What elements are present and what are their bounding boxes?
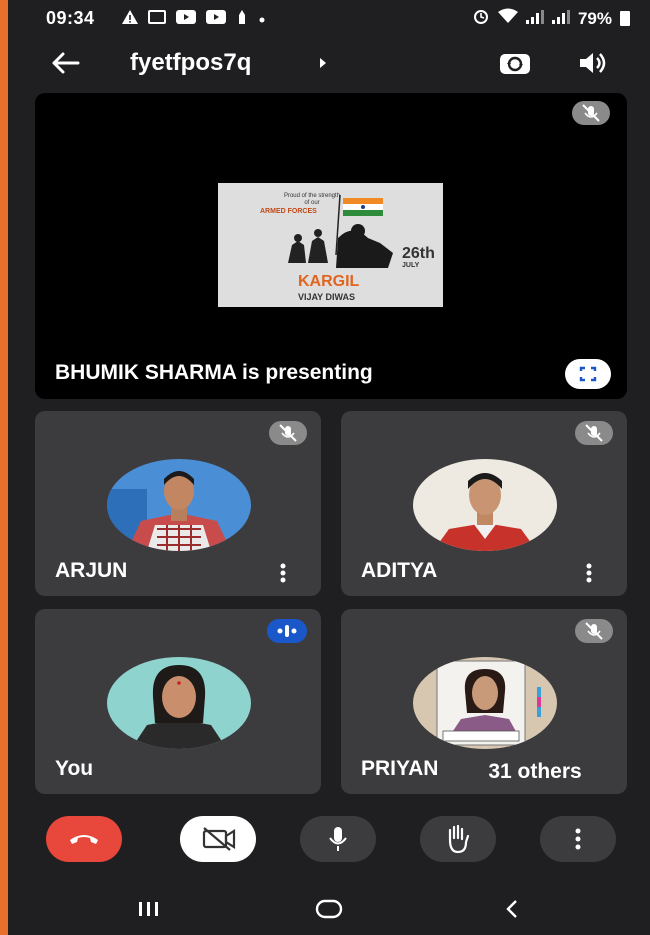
participant-name: ARJUN: [55, 559, 128, 582]
youtube-icon-2: [206, 10, 226, 29]
camera-off-icon: [202, 827, 236, 851]
mic-off-icon: [585, 622, 603, 640]
participant-name: You: [55, 757, 94, 780]
mic-off-badge: [572, 101, 610, 125]
poster-date: 26th: [402, 245, 435, 262]
switch-camera-button[interactable]: [498, 48, 532, 78]
mic-off-icon: [582, 104, 600, 122]
audio-output-button[interactable]: [576, 48, 608, 78]
raise-hand-icon: [448, 824, 470, 854]
poster-title: KARGIL: [298, 273, 360, 290]
status-time: 09:34: [46, 8, 95, 28]
meet-call-screen: 09:34 79% fyetfpos7q Proud of the streng…: [8, 0, 650, 935]
recents-icon: [139, 902, 158, 916]
recents-button[interactable]: [136, 900, 162, 923]
signal-icon: [525, 9, 544, 29]
battery-percent: 79%: [577, 8, 612, 28]
mic-off-icon: [279, 424, 297, 442]
mic-off-badge: [269, 421, 307, 445]
back-arrow-icon: [52, 52, 80, 74]
wifi-icon: [497, 8, 518, 29]
meeting-code[interactable]: fyetfpos7q: [130, 49, 251, 77]
more-vert-icon: [280, 563, 286, 583]
microphone-button[interactable]: [300, 816, 376, 862]
kargil-vijay-diwas-poster: Proud of the strength of our ARMED FORCE…: [218, 183, 443, 307]
mic-off-icon: [585, 424, 603, 442]
avatar: [413, 459, 557, 551]
more-options-button[interactable]: [579, 561, 599, 585]
avatar: [107, 459, 251, 551]
more-vert-icon: [575, 828, 581, 850]
dot-icon: [258, 11, 266, 29]
more-options-button[interactable]: [540, 816, 616, 862]
mic-off-badge: [575, 421, 613, 445]
caret-right-icon[interactable]: [318, 56, 328, 75]
battery-icon: [620, 11, 630, 26]
participant-tile-you[interactable]: You: [35, 609, 321, 794]
camera-toggle-button[interactable]: [180, 816, 256, 862]
notification-icons: [122, 10, 266, 29]
speaker-icon: [580, 53, 606, 73]
call-header: fyetfpos7q: [8, 40, 650, 88]
mic-icon: [329, 827, 347, 851]
home-button[interactable]: [314, 898, 344, 925]
app-notification-icon: [236, 10, 248, 29]
home-icon: [315, 899, 343, 919]
presenter-label: BHUMIK SHARMA is presenting: [55, 361, 373, 384]
end-call-icon: [70, 835, 98, 844]
participant-tile-arjun[interactable]: ARJUN: [35, 411, 321, 596]
avatar: [107, 657, 251, 749]
warning-icon: [122, 10, 138, 29]
system-back-button[interactable]: [502, 898, 522, 925]
signal-icon-2: [551, 9, 570, 29]
avatar: [413, 657, 557, 749]
participant-name: PRIYAN: [361, 757, 439, 780]
participant-tile-aditya[interactable]: ADITYA: [341, 411, 627, 596]
raise-hand-button[interactable]: [420, 816, 496, 862]
poster-line2: ARMED FORCES: [260, 208, 317, 215]
youtube-icon: [176, 10, 196, 29]
fullscreen-button[interactable]: [565, 359, 611, 389]
back-button[interactable]: [48, 48, 82, 78]
more-vert-icon: [586, 563, 592, 583]
others-badge[interactable]: 31 others: [451, 757, 619, 787]
back-nav-icon: [506, 900, 517, 918]
fullscreen-icon: [579, 366, 597, 382]
cast-icon: [148, 10, 166, 29]
end-call-button[interactable]: [46, 816, 122, 862]
more-options-button[interactable]: [273, 561, 293, 585]
poster-subtitle: VIJAY DIWAS: [298, 292, 356, 302]
speaking-indicator-icon: [277, 625, 297, 637]
poster-month: JULY: [402, 262, 420, 269]
status-right: 79%: [472, 8, 630, 29]
status-bar: 09:34 79%: [8, 0, 650, 36]
alarm-icon: [472, 8, 490, 29]
poster-line1: Proud of the strength of our: [283, 193, 341, 206]
speaking-indicator: [267, 619, 307, 643]
switch-camera-icon: [500, 54, 530, 74]
system-nav-bar: [8, 880, 650, 935]
presentation-tile[interactable]: Proud of the strength of our ARMED FORCE…: [35, 93, 627, 399]
mic-off-badge: [575, 619, 613, 643]
participant-name: ADITYA: [361, 559, 438, 582]
